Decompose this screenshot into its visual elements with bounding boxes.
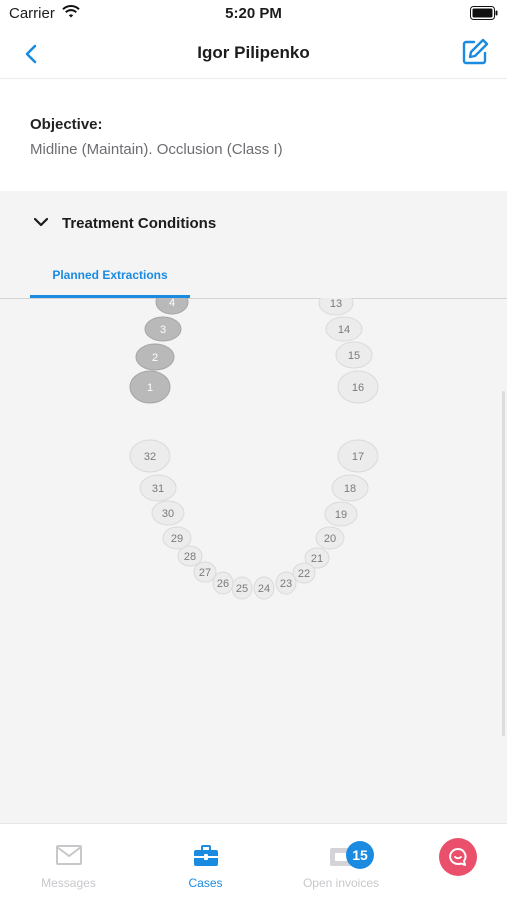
tab-planned-extractions[interactable]: Planned Extractions	[30, 253, 190, 298]
tooth-17[interactable]: 17	[337, 439, 379, 473]
tooth-27[interactable]: 27	[193, 561, 217, 583]
treatment-conditions-header[interactable]: Treatment Conditions	[0, 191, 507, 253]
tooth-number: 31	[152, 483, 164, 495]
tooth-3[interactable]: 3	[144, 316, 182, 342]
tooth-32[interactable]: 32	[129, 439, 171, 473]
treatment-conditions-title: Treatment Conditions	[62, 215, 217, 232]
tooth-number: 26	[217, 578, 229, 590]
tooth-number: 32	[144, 451, 156, 463]
tooth-number: 15	[348, 350, 360, 362]
tooth-16[interactable]: 16	[337, 370, 379, 404]
tooth-30[interactable]: 30	[151, 500, 185, 526]
chat-icon	[449, 848, 467, 866]
tooth-14[interactable]: 14	[325, 316, 363, 342]
tooth-number: 25	[236, 583, 248, 595]
tooth-4[interactable]: 4	[155, 298, 189, 315]
tooth-number: 1	[147, 382, 153, 394]
chevron-down-icon	[33, 217, 49, 227]
objective-value: Midline (Maintain). Occlusion (Class I)	[30, 141, 283, 158]
tooth-number: 16	[352, 382, 364, 394]
tooth-25[interactable]: 25	[231, 576, 253, 600]
objective-section: Objective: Midline (Maintain). Occlusion…	[0, 79, 507, 191]
tooth-2[interactable]: 2	[135, 343, 175, 371]
tooth-number: 20	[324, 533, 336, 545]
conditions-tabs: Planned Extractions	[0, 253, 507, 299]
tooth-20[interactable]: 20	[315, 526, 345, 550]
tooth-number: 30	[162, 508, 174, 520]
tab-cases[interactable]: Cases	[157, 824, 254, 901]
tooth-number: 24	[258, 583, 270, 595]
tab-messages[interactable]: Messages	[20, 824, 117, 901]
tooth-number: 27	[199, 567, 211, 579]
tab-open-invoices[interactable]: Open invoices	[292, 824, 390, 901]
tooth-26[interactable]: 26	[212, 571, 234, 595]
briefcase-icon	[192, 844, 220, 873]
tooth-number: 22	[298, 568, 310, 580]
tooth-18[interactable]: 18	[331, 474, 369, 502]
tooth-number: 18	[344, 483, 356, 495]
tooth-13[interactable]: 13	[318, 298, 354, 316]
edit-icon	[462, 38, 489, 65]
page-title: Igor Pilipenko	[197, 43, 310, 62]
invoices-count-badge: 15	[346, 841, 374, 869]
tab-planned-extractions-label: Planned Extractions	[52, 268, 168, 282]
tooth-number: 13	[330, 298, 342, 310]
tooth-number: 2	[152, 352, 158, 364]
tooth-1[interactable]: 1	[129, 370, 171, 404]
battery-icon	[470, 6, 498, 25]
tooth-23[interactable]: 23	[275, 571, 297, 595]
tab-bar: Messages Cases Open invoices 15	[0, 823, 507, 901]
tab-messages-label: Messages	[41, 876, 96, 890]
navigation-bar: Igor Pilipenko	[0, 28, 507, 79]
edit-button[interactable]	[459, 36, 491, 68]
tooth-24[interactable]: 24	[253, 576, 275, 600]
envelope-icon	[55, 844, 83, 871]
tooth-15[interactable]: 15	[335, 341, 373, 369]
tooth-19[interactable]: 19	[324, 501, 358, 527]
tooth-chart: 1234567891011121314151617181920212223242…	[129, 298, 379, 600]
tooth-number: 28	[184, 551, 196, 563]
tooth-number: 4	[169, 298, 175, 309]
objective-label: Objective:	[30, 116, 103, 133]
status-time: 5:20 PM	[225, 5, 282, 22]
tooth-29[interactable]: 29	[162, 526, 192, 550]
tooth-28[interactable]: 28	[177, 545, 203, 567]
tooth-number: 17	[352, 451, 364, 463]
tooth-number: 14	[338, 324, 350, 336]
status-bar: Carrier 5:20 PM	[0, 0, 507, 28]
scroll-indicator	[502, 391, 505, 736]
tooth-number: 29	[171, 533, 183, 545]
tooth-22[interactable]: 22	[292, 562, 316, 584]
treatment-conditions-section: Treatment Conditions Planned Extractions…	[0, 191, 507, 823]
chat-button[interactable]	[439, 838, 477, 876]
tooth-number: 3	[160, 324, 166, 336]
tooth-number: 23	[280, 578, 292, 590]
tab-cases-label: Cases	[188, 876, 223, 890]
tab-open-invoices-label: Open invoices	[302, 876, 380, 890]
tooth-number: 19	[335, 509, 347, 521]
tooth-31[interactable]: 31	[139, 474, 177, 502]
tooth-number: 21	[311, 553, 323, 565]
